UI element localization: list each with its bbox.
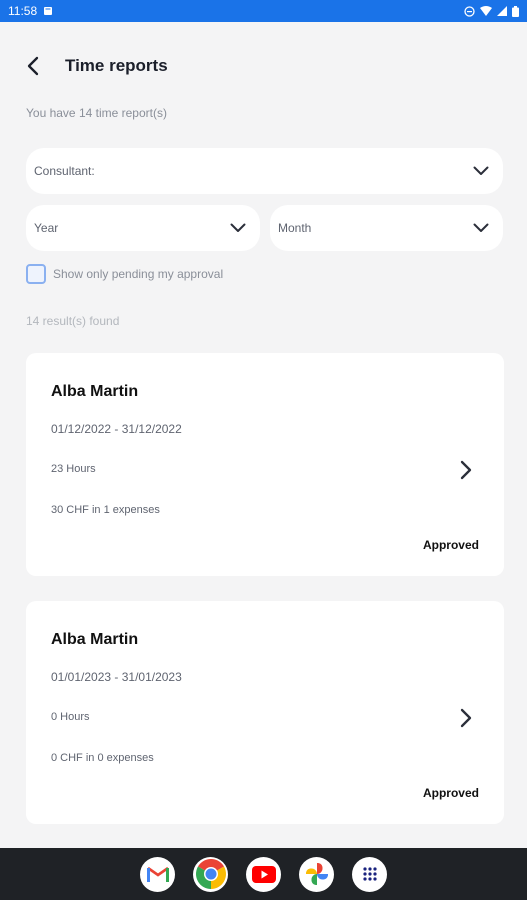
report-expenses: 0 CHF in 0 expenses bbox=[51, 752, 154, 764]
report-hours: 23 Hours bbox=[51, 463, 96, 475]
report-expenses: 30 CHF in 1 expenses bbox=[51, 504, 160, 516]
header: Time reports bbox=[26, 52, 168, 80]
chevron-down-icon bbox=[473, 223, 489, 232]
youtube-icon[interactable] bbox=[246, 856, 281, 892]
year-select-label: Year bbox=[34, 221, 59, 235]
gmail-icon[interactable] bbox=[140, 856, 175, 892]
notification-icon bbox=[43, 6, 53, 16]
page-title: Time reports bbox=[65, 56, 168, 75]
month-select[interactable]: Month bbox=[270, 205, 503, 251]
consultant-name: Alba Martin bbox=[51, 631, 139, 648]
time-report-card[interactable]: Alba Martin 01/01/2023 - 31/01/2023 0 Ho… bbox=[26, 601, 504, 824]
clock: 11:58 bbox=[8, 4, 38, 18]
pending-approval-label[interactable]: Show only pending my approval bbox=[53, 267, 223, 281]
navigation-dock bbox=[0, 848, 527, 900]
chrome-icon[interactable] bbox=[193, 856, 228, 892]
results-count-text: 14 result(s) found bbox=[26, 314, 120, 328]
wifi-icon bbox=[480, 6, 492, 16]
status-bar: 11:58 bbox=[0, 0, 527, 22]
status-badge: Approved bbox=[422, 538, 479, 552]
photos-icon[interactable] bbox=[299, 856, 334, 892]
chevron-down-icon bbox=[230, 223, 246, 232]
chevron-right-icon[interactable] bbox=[460, 460, 472, 480]
report-date-range: 01/01/2023 - 31/01/2023 bbox=[51, 670, 182, 684]
chevron-right-icon[interactable] bbox=[460, 708, 472, 728]
pending-approval-filter: Show only pending my approval bbox=[26, 264, 223, 284]
do-not-disturb-icon bbox=[464, 5, 475, 17]
report-hours: 0 Hours bbox=[51, 711, 90, 723]
time-report-card[interactable]: Alba Martin 01/12/2022 - 31/12/2022 23 H… bbox=[26, 353, 504, 576]
status-badge: Approved bbox=[422, 786, 479, 800]
consultant-select[interactable]: Consultant: bbox=[26, 148, 503, 194]
month-select-label: Month bbox=[278, 221, 312, 235]
year-select[interactable]: Year bbox=[26, 205, 260, 251]
battery-icon bbox=[512, 5, 519, 17]
app-drawer-icon[interactable] bbox=[352, 856, 387, 892]
back-arrow-icon bbox=[27, 56, 39, 76]
signal-icon bbox=[497, 6, 507, 16]
back-button[interactable] bbox=[26, 52, 60, 80]
chevron-down-icon bbox=[473, 166, 489, 175]
report-count-text: You have 14 time report(s) bbox=[26, 106, 167, 120]
consultant-name: Alba Martin bbox=[51, 383, 139, 400]
pending-approval-checkbox[interactable] bbox=[26, 264, 46, 284]
consultant-select-label: Consultant: bbox=[34, 164, 95, 178]
time-reports-screen: Time reports You have 14 time report(s) … bbox=[0, 22, 527, 848]
report-date-range: 01/12/2022 - 31/12/2022 bbox=[51, 422, 182, 436]
